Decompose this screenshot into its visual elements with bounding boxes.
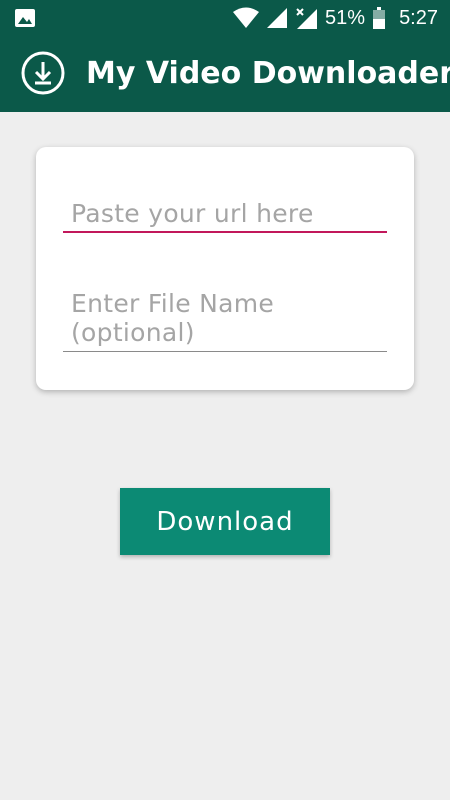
app-bar: My Video Downloader: [0, 36, 450, 112]
download-button[interactable]: Download: [120, 488, 330, 555]
image-notification-icon: [15, 9, 35, 27]
app-screen: 51% 5:27 My Video Downloader Paste your …: [0, 0, 450, 800]
filename-placeholder: Enter File Name (optional): [71, 289, 283, 347]
battery-icon: [373, 7, 386, 29]
status-time: 5:27: [399, 6, 438, 29]
status-bar: 51% 5:27: [0, 0, 450, 36]
url-placeholder: Paste your url here: [71, 199, 314, 228]
input-card: Paste your url here Enter File Name (opt…: [36, 147, 414, 390]
wifi-icon: [233, 7, 260, 28]
signal-no-data-icon: [296, 8, 318, 29]
signal-icon: [267, 8, 288, 28]
filename-input[interactable]: Enter File Name (optional): [63, 287, 387, 352]
battery-percent: 51%: [325, 6, 366, 29]
url-input[interactable]: Paste your url here: [63, 193, 387, 233]
status-indicators: 51% 5:27: [233, 0, 438, 36]
app-title: My Video Downloader: [86, 56, 450, 91]
download-icon: [21, 51, 65, 95]
